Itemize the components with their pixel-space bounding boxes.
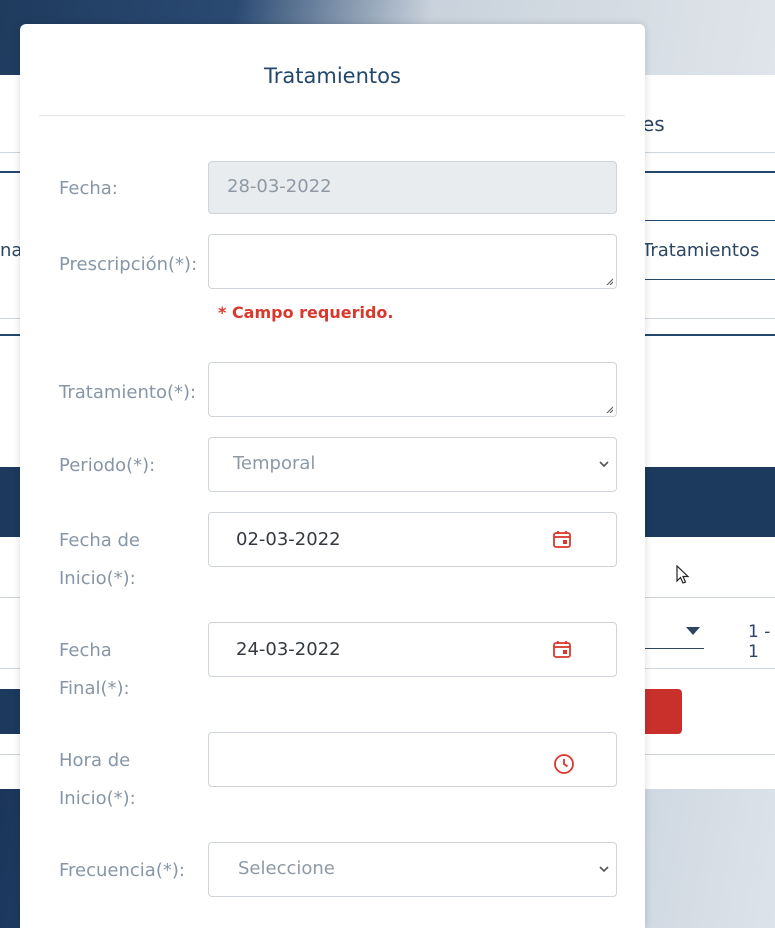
hora-inicio-label-line2: Inicio(*): xyxy=(59,788,136,809)
fecha-inicio-label-line2: Inicio(*): xyxy=(59,568,136,589)
modal-title: Tratamientos xyxy=(264,64,401,88)
periodo-selected-value: Temporal xyxy=(233,453,316,474)
fecha-final-input[interactable]: 24-03-2022 xyxy=(208,622,617,677)
frecuencia-label: Frecuencia(*): xyxy=(59,860,185,881)
clock-icon[interactable] xyxy=(553,753,575,775)
resize-handle-icon[interactable] xyxy=(605,277,613,285)
fecha-value: 28-03-2022 xyxy=(227,176,332,197)
tratamiento-label: Tratamiento(*): xyxy=(59,382,197,403)
fecha-final-label-line1: Fecha xyxy=(59,640,112,661)
fecha-inicio-input[interactable]: 02-03-2022 xyxy=(208,512,617,567)
prescripcion-label: Prescripción(*): xyxy=(59,254,198,275)
fecha-final-value: 24-03-2022 xyxy=(236,639,341,660)
tratamiento-textarea[interactable] xyxy=(208,362,617,417)
chevron-down-icon xyxy=(599,461,609,468)
resize-handle-icon[interactable] xyxy=(605,405,613,413)
prescripcion-textarea[interactable] xyxy=(208,234,617,289)
chevron-down-icon xyxy=(599,866,609,873)
background-tab-tratamientos[interactable]: Tratamientos xyxy=(642,240,759,261)
background-header-text: es xyxy=(642,112,665,136)
fecha-inicio-value: 02-03-2022 xyxy=(236,529,341,550)
frecuencia-select[interactable]: Seleccione xyxy=(208,842,617,897)
fecha-field: 28-03-2022 xyxy=(208,161,617,214)
calendar-icon[interactable] xyxy=(552,529,572,549)
modal-divider xyxy=(39,115,625,116)
mouse-cursor-icon xyxy=(676,565,690,584)
fecha-label: Fecha: xyxy=(59,178,118,199)
frecuencia-selected-value: Seleccione xyxy=(238,858,335,879)
background-tab-border xyxy=(640,220,775,221)
background-pager-text: 1 - 1 xyxy=(748,622,771,662)
calendar-icon[interactable] xyxy=(552,639,572,659)
fecha-final-label-line2: Final(*): xyxy=(59,678,130,699)
fecha-inicio-label-line1: Fecha de xyxy=(59,530,140,551)
periodo-select[interactable]: Temporal xyxy=(208,437,617,492)
background-tab-border xyxy=(640,279,775,280)
prescripcion-error-message: * Campo requerido. xyxy=(218,303,394,322)
chevron-down-icon xyxy=(686,627,700,635)
periodo-label: Periodo(*): xyxy=(59,455,156,476)
tratamientos-modal: Tratamientos Fecha: 28-03-2022 Prescripc… xyxy=(20,24,645,928)
hora-inicio-label-line1: Hora de xyxy=(59,750,131,771)
hora-inicio-input[interactable] xyxy=(208,732,617,787)
